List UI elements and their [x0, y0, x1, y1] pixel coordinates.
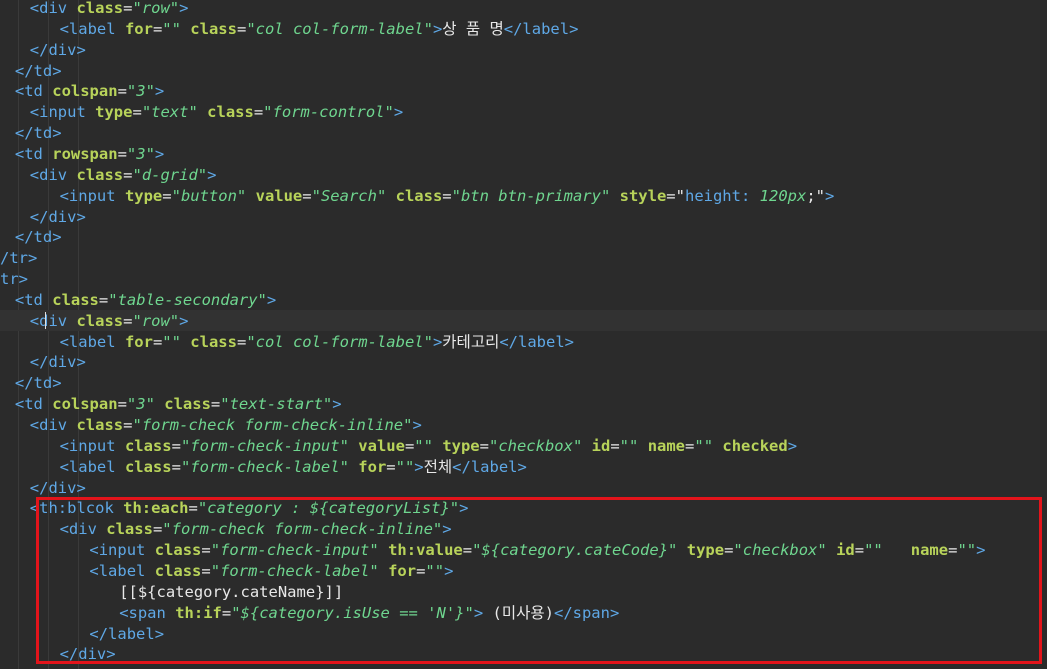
code-line[interactable]: </div>	[0, 207, 86, 228]
code-line[interactable]: <label for="" class="col col-form-label"…	[0, 332, 574, 353]
code-line[interactable]: </div>	[0, 40, 86, 61]
code-line[interactable]: <label class="form-check-label" for="">전…	[0, 457, 527, 478]
code-line[interactable]: </div>	[0, 478, 86, 499]
code-line[interactable]: </td>	[0, 227, 62, 248]
code-line[interactable]: </div>	[0, 352, 86, 373]
text-caret	[45, 312, 46, 329]
code-line[interactable]: <input type="text" class="form-control">	[0, 102, 403, 123]
code-line[interactable]: tr>	[0, 269, 28, 290]
code-line[interactable]: <td colspan="3" class="text-start">	[0, 394, 342, 415]
code-line[interactable]: <input class="form-check-input" value=""…	[0, 436, 797, 457]
code-line[interactable]: <div class="row">	[0, 0, 189, 19]
code-line[interactable]: <label for="" class="col col-form-label"…	[0, 19, 579, 40]
code-line[interactable]: <div class="d-grid">	[0, 165, 217, 186]
code-line[interactable]: </td>	[0, 373, 62, 394]
code-editor[interactable]: <div class="row"> <label for="" class="co…	[0, 0, 1047, 669]
code-line[interactable]: <td colspan="3">	[0, 81, 164, 102]
code-line[interactable]: <input type="button" value="Search" clas…	[0, 186, 835, 207]
code-line[interactable]: <td class="table-secondary">	[0, 290, 276, 311]
code-line[interactable]: </td>	[0, 123, 62, 144]
code-line[interactable]: /tr>	[0, 248, 37, 269]
code-line[interactable]: </td>	[0, 61, 62, 82]
code-line[interactable]: <div class="form-check form-check-inline…	[0, 415, 422, 436]
annotation-highlight-box	[36, 497, 1042, 664]
code-line[interactable]: <div class="row">	[0, 311, 189, 332]
code-line[interactable]: <td rowspan="3">	[0, 144, 164, 165]
